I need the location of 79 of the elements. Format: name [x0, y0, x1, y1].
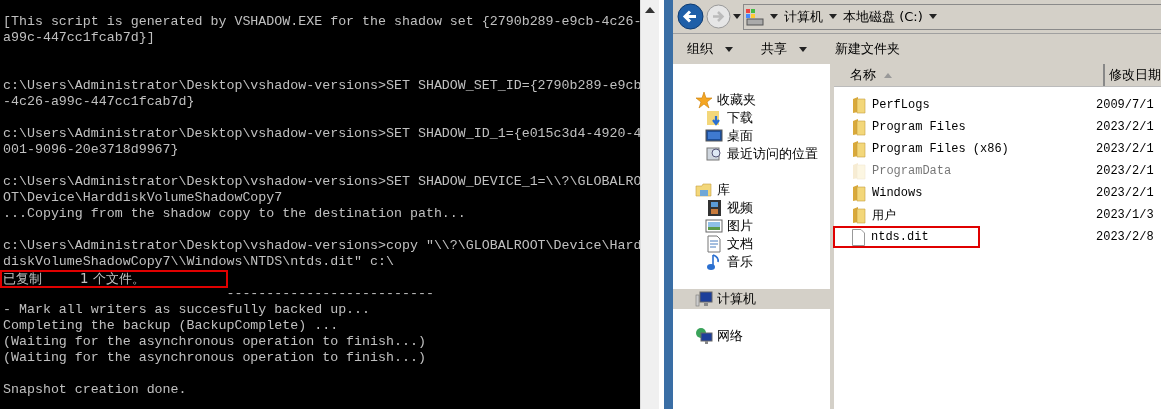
console-line: --------------------------	[225, 286, 434, 302]
picture-frame-icon	[705, 217, 723, 235]
caret-icon	[725, 46, 733, 52]
console-line: c:\Users\Administrator\Desktop\vshadow-versions>SET SHADOW_ID_1={e015c3d4-4920-4	[2, 126, 640, 142]
date-cell: 2023/2/1	[1096, 186, 1154, 200]
star-icon	[695, 91, 713, 109]
back-button[interactable]	[677, 3, 704, 30]
console-line: [This script is generated by VSHADOW.EXE for the shadow set {2790b289-e9cb-4c26-	[2, 14, 640, 30]
date-cell: 2023/2/8	[1096, 230, 1154, 244]
console-line: 已复制 1 个文件。	[0, 270, 228, 288]
scroll-up-icon[interactable]	[645, 6, 655, 14]
date-cell: 2023/1/3	[1096, 208, 1154, 222]
file-icon	[852, 228, 865, 246]
monitor-icon	[705, 127, 723, 145]
caret-icon	[928, 14, 937, 19]
console-line: ...Copying from the shadow copy to the destination path...	[2, 206, 466, 222]
toolbar-button[interactable]: 组织	[687, 38, 733, 60]
breadcrumb[interactable]: 计算机	[784, 7, 823, 26]
sidebar-item[interactable]: 收藏夹	[673, 91, 830, 109]
date-cell: 2023/2/1	[1096, 142, 1154, 156]
recent-places-icon	[705, 145, 723, 163]
console-line: OT\Device\HarddiskVolumeShadowCopy7	[2, 190, 283, 206]
file-item[interactable]: ntds.dit	[834, 227, 979, 247]
sidebar-item[interactable]: 网络	[673, 327, 830, 345]
file-item[interactable]: PerfLogs	[834, 95, 938, 115]
library-folder-icon	[695, 181, 713, 199]
network-icon	[695, 327, 713, 345]
date-cell: 2009/7/1	[1096, 98, 1154, 112]
caret-icon	[829, 14, 837, 19]
breadcrumb[interactable]: 本地磁盘 (C:)	[843, 7, 923, 26]
console-line: c:\Users\Administrator\Desktop\vshadow-versions>SET SHADOW_DEVICE_1=\\?\GLOBALRO	[2, 174, 640, 190]
column-header[interactable]: 修改日期	[1105, 64, 1161, 86]
console-line: diskVolumeShadowCopy7\\Windows\NTDS\ntds.dit" c:\	[2, 254, 394, 270]
folder-icon	[852, 206, 866, 224]
console-line: c:\Users\Administrator\Desktop\vshadow-versions>copy "\\?\GLOBALROOT\Device\Hard	[2, 238, 640, 254]
sidebar-item[interactable]: 视频	[673, 199, 830, 217]
sidebar-item[interactable]: 音乐	[673, 253, 830, 271]
folder-icon	[852, 118, 866, 136]
toolbar-button[interactable]: 共享	[761, 38, 807, 60]
caret-icon	[733, 14, 741, 19]
console-line: Snapshot creation done.	[2, 382, 187, 398]
sidebar-item[interactable]: 文档	[673, 235, 830, 253]
console-line: 001-9096-20e3718d9967}	[2, 142, 179, 158]
sidebar-item[interactable]: 计算机	[673, 289, 830, 309]
folder-icon	[852, 184, 866, 202]
console-line: Completing the backup (BackupComplete) ...	[2, 318, 339, 334]
console-line: (Waiting for the asynchronous operation to finish...)	[2, 350, 426, 366]
file-item[interactable]: 用户	[834, 205, 904, 225]
sort-up-icon	[884, 72, 892, 78]
sidebar-item[interactable]: 图片	[673, 217, 830, 235]
sidebar-item[interactable]: 最近访问的位置	[673, 145, 830, 163]
file-item[interactable]: Program Files	[834, 117, 974, 137]
film-icon	[705, 199, 723, 217]
file-item[interactable]: Windows	[834, 183, 931, 203]
console-line: c:\Users\Administrator\Desktop\vshadow-versions>SET SHADOW_SET_ID={2790b289-e9cb	[2, 78, 640, 94]
date-cell: 2023/2/1	[1096, 164, 1154, 178]
scrollbar[interactable]	[640, 0, 659, 409]
file-item[interactable]: Program Files (x86)	[834, 139, 1017, 159]
console-line: -4c26-a99c-447cc1fcab7d}	[2, 94, 195, 110]
drive-icon	[746, 7, 764, 26]
sidebar-item[interactable]: 下载	[673, 109, 830, 127]
console-line: (Waiting for the asynchronous operation to finish...)	[2, 334, 426, 350]
toolbar-button[interactable]: 新建文件夹	[835, 38, 900, 60]
console-line: - Mark all writers as succesfully backed up...	[2, 302, 371, 318]
computer-icon	[695, 290, 713, 308]
document-icon	[705, 235, 723, 253]
caret-icon	[799, 46, 807, 52]
date-cell: 2023/2/1	[1096, 120, 1154, 134]
folder-icon	[852, 162, 866, 180]
download-folder-icon	[705, 109, 723, 127]
console-line: a99c-447cc1fcab7d}]	[2, 30, 155, 46]
column-header[interactable]: 名称	[834, 64, 1105, 86]
caret-icon	[770, 14, 778, 19]
folder-icon	[852, 96, 866, 114]
sidebar-item[interactable]: 桌面	[673, 127, 830, 145]
sidebar-item[interactable]: 库	[673, 181, 830, 199]
address-bar[interactable]: 计算机 本地磁盘 (C:)	[743, 3, 1161, 30]
file-item[interactable]: ProgramData	[834, 161, 960, 181]
folder-icon	[852, 140, 866, 158]
